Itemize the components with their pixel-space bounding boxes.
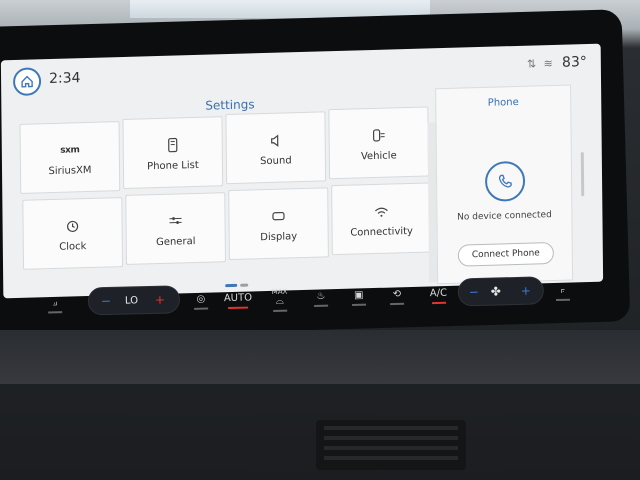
tile-connectivity[interactable]: Connectivity [331, 182, 432, 256]
speaker-icon [269, 129, 283, 151]
rear-defrost-button[interactable]: ♨ [314, 282, 329, 316]
tile-general[interactable]: General [125, 192, 226, 265]
driver-seat-heat-button[interactable]: ⟓ [48, 288, 63, 322]
clock-time: 2:34 [48, 70, 81, 88]
tile-label: Phone List [147, 159, 199, 172]
passenger-seat-heat-button[interactable]: ⟔ [555, 276, 571, 310]
dashboard-trim [0, 330, 640, 384]
fan-icon: ✤ [490, 284, 502, 299]
steering-wheel-icon: ◎ [196, 293, 206, 305]
phone-call-button[interactable] [484, 160, 526, 202]
connect-phone-button[interactable]: Connect Phone [457, 241, 554, 267]
tile-label: Display [260, 230, 298, 243]
signal-icon: ⇅ [526, 57, 539, 71]
tile-display[interactable]: Display [228, 187, 329, 261]
tile-phone-list[interactable]: Phone List [122, 116, 224, 189]
outside-temperature: 83° [561, 54, 587, 71]
tile-label: SiriusXM [48, 164, 92, 177]
clock-icon [65, 215, 79, 237]
car-dashboard: 2:34 ⇅ ≋ 83° Settings sxm SiriusXM Phone… [0, 0, 640, 480]
air-vent [316, 420, 466, 470]
settings-title: Settings [205, 97, 255, 113]
tile-siriusxm[interactable]: sxm SiriusXM [19, 121, 121, 194]
windshield-heat-button[interactable]: ▣ [351, 281, 367, 315]
temp-up-button[interactable]: + [155, 293, 165, 307]
tile-vehicle[interactable]: Vehicle [328, 106, 430, 180]
display-icon [271, 205, 285, 227]
tile-label: General [155, 235, 196, 248]
vehicle-icon [371, 124, 387, 146]
tile-clock[interactable]: Clock [22, 197, 124, 270]
tile-label: Sound [260, 154, 292, 167]
max-label: MAX [271, 287, 288, 296]
phone-list-icon [166, 134, 180, 156]
rear-defrost-icon: ♨ [316, 290, 326, 302]
ac-label: A/C [429, 287, 448, 300]
sliders-icon [167, 210, 183, 232]
phone-title: Phone [487, 96, 519, 109]
siriusxm-icon: sxm [60, 144, 80, 156]
max-defrost-button[interactable]: MAX ⌓ [272, 283, 288, 317]
fan-up-button[interactable]: + [521, 284, 531, 298]
tile-sound[interactable]: Sound [225, 111, 327, 185]
home-icon [21, 75, 33, 88]
fan-level: LO [124, 295, 139, 307]
infotainment-screen: 2:34 ⇅ ≋ 83° Settings sxm SiriusXM Phone… [0, 43, 604, 299]
tile-label: Clock [59, 240, 87, 253]
scrollbar[interactable] [580, 152, 585, 197]
ac-button[interactable]: A/C [429, 279, 447, 313]
recirculation-button[interactable]: ⟲ [389, 280, 405, 314]
tile-label: Vehicle [360, 149, 397, 162]
steering-heat-button[interactable]: ◎ [194, 285, 209, 319]
status-icons: ⇅ ≋ [527, 57, 555, 71]
settings-grid: sxm SiriusXM Phone List Sound Vehicle Cl… [19, 106, 434, 270]
phone-panel: Phone No device connected Connect Phone [435, 84, 574, 285]
auto-label: AUTO [223, 292, 253, 305]
phone-icon [498, 174, 512, 188]
fan-down-button[interactable]: − [469, 285, 479, 299]
tile-label: Connectivity [350, 225, 414, 239]
wifi-icon: ≋ [543, 56, 555, 71]
seat-icon: ⟓ [52, 297, 58, 309]
defrost-icon: ⌓ [275, 295, 284, 307]
auto-button[interactable]: AUTO [224, 283, 253, 318]
wifi-icon [373, 200, 389, 222]
phone-status: No device connected [457, 210, 552, 223]
recirculation-icon: ⟲ [392, 288, 402, 301]
temp-down-button[interactable]: − [101, 294, 111, 308]
home-button[interactable] [12, 67, 42, 97]
fan-speed-control: − ✤ + [457, 276, 545, 307]
seat-icon: ⟔ [560, 284, 566, 296]
windshield-icon: ▣ [353, 289, 364, 301]
driver-temp-control: − LO + [87, 285, 181, 316]
